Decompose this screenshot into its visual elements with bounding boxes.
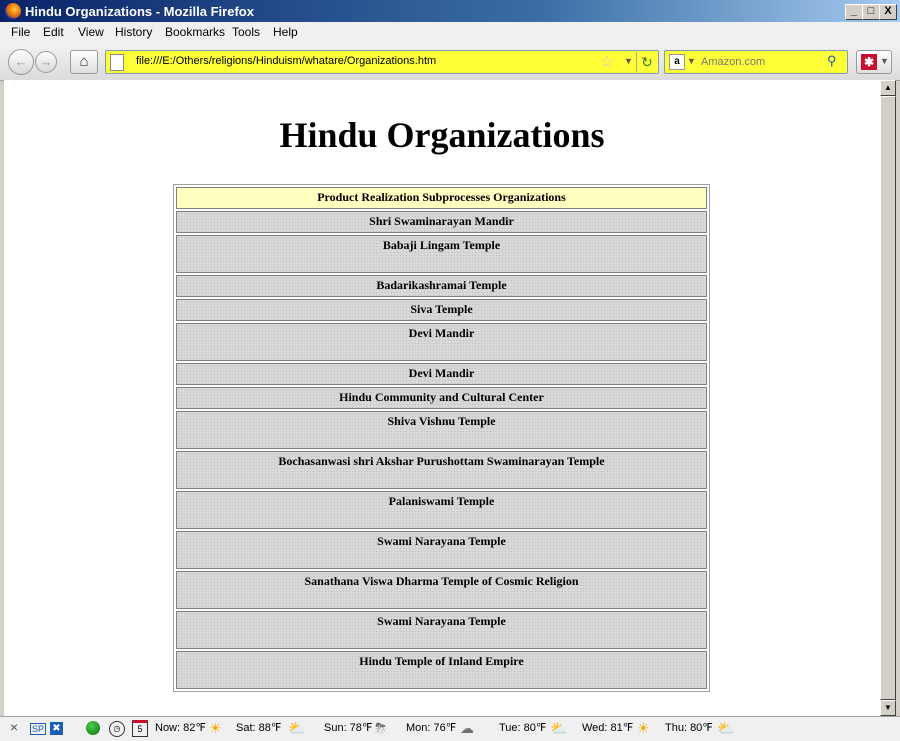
table-row: Babaji Lingam Temple <box>176 235 707 273</box>
reload-icon[interactable]: ↻ <box>636 52 657 72</box>
table-row: Bochasanwasi shri Akshar Purushottam Swa… <box>176 451 707 489</box>
page-title: Hindu Organizations <box>279 115 605 155</box>
weather-thu-label[interactable]: Thu: 80℉ <box>665 721 713 734</box>
table-row: Shri Swaminarayan Mandir <box>176 211 707 233</box>
menu-bar: File Edit View History Bookmarks Tools H… <box>0 22 900 42</box>
organizations-table: Product Realization Subprocesses Organiz… <box>173 184 710 692</box>
weather-sun-label[interactable]: Sun: 78℉ <box>324 721 372 734</box>
translate-icon[interactable]: ✖ <box>50 722 63 735</box>
url-bar[interactable]: file:///E:/Others/religions/Hinduism/wha… <box>105 50 659 74</box>
partly-cloudy-icon: ⛅ <box>717 720 735 736</box>
menu-tools[interactable]: Tools <box>232 25 260 39</box>
weather-mon-label[interactable]: Mon: 76℉ <box>406 721 456 734</box>
weather-wed-label[interactable]: Wed: 81℉ <box>582 721 633 734</box>
sun-icon: ☀ <box>209 720 222 736</box>
search-input[interactable] <box>699 53 829 71</box>
search-engine-dropdown-icon[interactable]: ▼ <box>687 56 696 66</box>
organization-name: Swami Narayana Temple <box>176 611 707 649</box>
minimize-button[interactable]: _ <box>845 4 863 20</box>
table-row: Devi Mandir <box>176 323 707 361</box>
forward-icon[interactable]: → <box>35 51 57 73</box>
vertical-scrollbar[interactable]: ▲ ▼ <box>880 80 896 716</box>
clock-icon[interactable]: ◷ <box>109 721 125 737</box>
table-row: Devi Mandir <box>176 363 707 385</box>
partly-cloudy-icon: ⛅ <box>288 720 306 736</box>
page-content: Hindu Organizations Product Realization … <box>4 80 880 716</box>
green-status-icon[interactable] <box>86 721 100 735</box>
weather-sat-label[interactable]: Sat: 88℉ <box>236 721 281 734</box>
organization-name: Badarikashramai Temple <box>176 275 707 297</box>
table-header-row: Product Realization Subprocesses Organiz… <box>176 187 707 209</box>
table-row: Swami Narayana Temple <box>176 531 707 569</box>
partly-cloudy-icon: ⛅ <box>550 720 568 736</box>
status-bar: × SP ✖ ◷ 5 Now: 82℉ ☀ Sat: 88℉ ⛅ Sun: 78… <box>0 716 900 741</box>
table-body: Shri Swaminarayan Mandir Babaji Lingam Te… <box>176 211 707 689</box>
search-bar: a ▼ ⚲ <box>664 50 848 74</box>
firefox-icon <box>5 3 21 19</box>
addon-dropdown-icon[interactable]: ▼ <box>880 56 889 66</box>
menu-help[interactable]: Help <box>273 25 298 39</box>
url-text[interactable]: file:///E:/Others/religions/Hinduism/wha… <box>136 55 436 67</box>
sp-icon[interactable]: SP <box>30 723 47 735</box>
table-row: Swami Narayana Temple <box>176 611 707 649</box>
organization-name: Hindu Community and Cultural Center <box>176 387 707 409</box>
sun-icon: ☀ <box>637 720 650 736</box>
search-icon[interactable]: ⚲ <box>827 53 837 69</box>
rain-icon: ☁ <box>460 720 474 736</box>
organization-name: Sanathana Viswa Dharma Temple of Cosmic … <box>176 571 707 609</box>
organization-name: Shiva Vishnu Temple <box>176 411 707 449</box>
table-row: Hindu Temple of Inland Empire <box>176 651 707 689</box>
menu-edit[interactable]: Edit <box>43 25 64 39</box>
maximize-button[interactable]: □ <box>862 4 880 20</box>
window-title: Hindu Organizations - Mozilla Firefox <box>25 4 254 19</box>
table-row: Sanathana Viswa Dharma Temple of Cosmic … <box>176 571 707 609</box>
organization-name: Babaji Lingam Temple <box>176 235 707 273</box>
table-row: Siva Temple <box>176 299 707 321</box>
organization-name: Siva Temple <box>176 299 707 321</box>
table-row: Shiva Vishnu Temple <box>176 411 707 449</box>
weather-now-label[interactable]: Now: 82℉ <box>155 721 206 734</box>
table-header: Product Realization Subprocesses Organiz… <box>176 187 707 209</box>
addon-button[interactable]: ✱ ▼ <box>856 50 892 74</box>
close-findbar-icon[interactable]: × <box>10 719 18 735</box>
close-button[interactable]: X <box>879 4 897 20</box>
url-dropdown-icon[interactable]: ▼ <box>624 56 633 66</box>
thunderstorm-icon: ⛈ <box>375 720 387 736</box>
menu-file[interactable]: File <box>11 25 30 39</box>
back-icon[interactable]: ← <box>8 49 34 75</box>
navigation-toolbar: ← → ⌂ file:///E:/Others/religions/Hindui… <box>0 42 900 81</box>
scroll-thumb[interactable] <box>880 96 896 700</box>
title-bar: Hindu Organizations - Mozilla Firefox _ … <box>0 0 900 22</box>
table-row: Hindu Community and Cultural Center <box>176 387 707 409</box>
scroll-up-icon[interactable]: ▲ <box>880 80 896 96</box>
weather-tue-label[interactable]: Tue: 80℉ <box>499 721 546 734</box>
organization-name: Devi Mandir <box>176 323 707 361</box>
calendar-icon[interactable]: 5 <box>132 720 148 737</box>
menu-history[interactable]: History <box>115 25 152 39</box>
organization-name: Palaniswami Temple <box>176 491 707 529</box>
menu-bookmarks[interactable]: Bookmarks <box>165 25 225 39</box>
table-row: Badarikashramai Temple <box>176 275 707 297</box>
organization-name: Swami Narayana Temple <box>176 531 707 569</box>
organization-name: Devi Mandir <box>176 363 707 385</box>
bookmark-star-icon[interactable]: ☆ <box>600 52 614 72</box>
addon-icon: ✱ <box>861 54 877 70</box>
table-row: Palaniswami Temple <box>176 491 707 529</box>
home-icon[interactable]: ⌂ <box>70 50 98 74</box>
organization-name: Hindu Temple of Inland Empire <box>176 651 707 689</box>
scroll-down-icon[interactable]: ▼ <box>880 700 896 716</box>
amazon-engine-icon[interactable]: a <box>669 54 685 70</box>
organization-name: Shri Swaminarayan Mandir <box>176 211 707 233</box>
organization-name: Bochasanwasi shri Akshar Purushottam Swa… <box>176 451 707 489</box>
menu-view[interactable]: View <box>78 25 104 39</box>
page-icon <box>110 54 124 71</box>
